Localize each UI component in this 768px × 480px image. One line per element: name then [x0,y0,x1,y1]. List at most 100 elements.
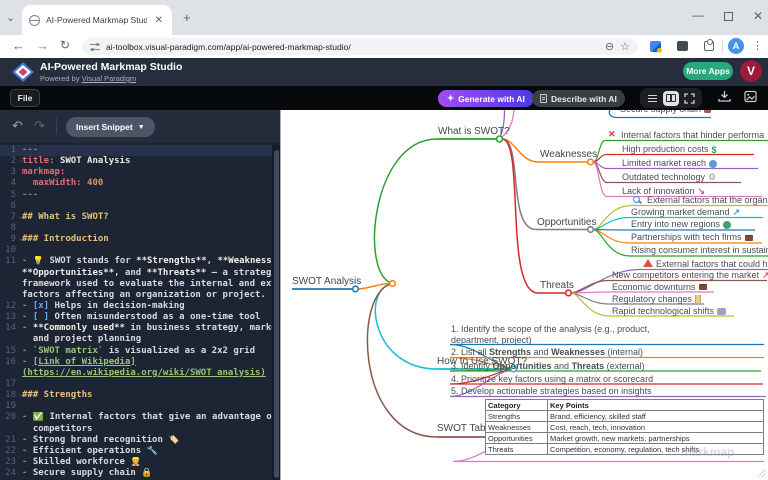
what-is-swot-label[interactable]: What is SWOT? [438,126,510,137]
root-node-circle[interactable] [353,286,359,292]
code-line-text[interactable] [22,245,272,256]
bookmark-star-icon[interactable]: ☆ [620,40,630,53]
code-line-text[interactable]: - Secure supply chain 🔒 [22,468,272,479]
code-row[interactable]: 23- Skilled workforce 👷 [0,457,272,468]
code-line-text[interactable]: - `SWOT matrix` is visualized as a 2x2 g… [22,346,272,357]
code-line-text[interactable]: ### Strengths [22,390,272,401]
fullscreen-view-button[interactable] [682,91,698,106]
new-tab-button[interactable]: + [183,10,191,25]
code-line-text[interactable]: - [Link of Wikipedia] [22,357,272,368]
back-button[interactable]: ← [12,39,25,52]
tab-search-chevron-icon[interactable]: ⌄ [6,11,15,24]
code-line-text[interactable]: framework used to evaluate the internal … [22,279,272,290]
vp-badge[interactable]: V [740,60,762,82]
code-row[interactable]: 11- 💡 SWOT stands for **Strengths**, **W… [0,256,272,267]
generate-with-ai-button[interactable]: ✦ Generate with AI [438,90,534,107]
chat-extension-icon[interactable] [677,41,688,51]
zoom-indicator-icon[interactable]: ⊖ [605,40,614,53]
code-line-text[interactable]: and project planning [22,334,272,345]
code-line-text[interactable]: ### Introduction [22,234,272,245]
window-minimize-button[interactable]: — [692,8,704,22]
code-row[interactable]: **Opportunities**, and **Threats** — a s… [0,268,272,279]
code-row[interactable]: (https://en.wikipedia.org/wiki/SWOT_anal… [0,368,272,379]
code-row[interactable]: 18⌄### Strengths [0,390,272,401]
resize-handle[interactable] [757,469,766,478]
weaknesses-label[interactable]: Weaknesses [540,149,597,160]
insert-snippet-button[interactable]: Insert Snippet ▼ [66,117,155,137]
window-close-button[interactable]: ✕ [753,9,763,23]
code-row[interactable]: 6 [0,201,272,212]
describe-with-ai-button[interactable]: Describe with AI [532,90,625,107]
code-row[interactable]: 7⌄## What is SWOT? [0,212,272,223]
profile-avatar[interactable]: A [728,38,744,54]
window-maximize-button[interactable] [724,12,733,21]
undo-button[interactable]: ↶ [12,118,23,134]
code-line-text[interactable]: - ✅ Internal factors that give an advant… [22,412,272,423]
code-row[interactable]: 21- Strong brand recognition 🏷️ [0,435,272,446]
code-row[interactable]: 9⌄### Introduction [0,234,272,245]
code-row[interactable]: 14- **Commonly used** in business strate… [0,323,272,334]
code-row[interactable]: 4 maxWidth: 400 [0,178,272,189]
code-row[interactable]: 24- Secure supply chain 🔒 [0,468,272,479]
code-row[interactable]: and project planning [0,334,272,345]
opportunities-label[interactable]: Opportunities [537,217,596,228]
forward-button[interactable]: → [36,39,49,52]
code-line-text[interactable]: - **Commonly used** in business strategy… [22,323,272,334]
code-line-text[interactable]: --- [22,145,272,156]
code-line-text[interactable]: (https://en.wikipedia.org/wiki/SWOT_anal… [22,368,272,379]
code-row[interactable]: 19 [0,401,272,412]
browser-tab[interactable]: AI-Powered Markmap Studio ✕ [22,5,172,35]
code-row[interactable]: 16- [Link of Wikipedia] [0,357,272,368]
file-menu-button[interactable]: File [10,89,40,107]
code-row[interactable]: factors affecting an organization or pro… [0,290,272,301]
code-line-text[interactable]: maxWidth: 400 [22,178,272,189]
code-line-text[interactable]: --- [22,190,272,201]
code-row[interactable]: 22- Efficient operations 🔧 [0,446,272,457]
code-row[interactable]: 3markmap: [0,167,272,178]
editor-scrollbar-thumb[interactable] [274,150,279,478]
split-view-button[interactable] [663,91,679,106]
url-bar[interactable]: ai-toolbox.visual-paradigm.com/app/ai-po… [82,38,638,55]
code-row[interactable]: 1--- [0,145,272,156]
fold-chevron-icon[interactable]: ⌄ [19,233,23,244]
code-row[interactable]: 2⌄title: SWOT Analysis [0,156,272,167]
code-line-text[interactable] [22,401,272,412]
mindmap-canvas[interactable]: SWOT Analysis What is SWOT? Weaknesses O… [280,110,768,480]
extensions-puzzle-icon[interactable] [704,41,714,51]
more-apps-button[interactable]: More Apps [683,62,733,80]
code-row[interactable]: 5--- [0,190,272,201]
code-line-text[interactable]: - 💡 SWOT stands for **Strengths**, **Wea… [22,256,272,267]
code-line-text[interactable]: - Skilled workforce 👷 [22,457,272,468]
code-row[interactable]: 15- `SWOT matrix` is visualized as a 2x2… [0,346,272,357]
code-row[interactable]: 12- [x] Helps in decision-making [0,301,272,312]
code-line-text[interactable]: title: SWOT Analysis [22,156,272,167]
code-line-text[interactable]: - [x] Helps in decision-making [22,301,272,312]
code-line-text[interactable] [22,201,272,212]
fold-chevron-icon[interactable]: ⌄ [19,155,23,166]
code-row[interactable]: 20- ✅ Internal factors that give an adva… [0,412,272,423]
site-settings-icon[interactable] [90,43,100,51]
editor-only-view-button[interactable] [644,91,660,106]
fold-chevron-icon[interactable]: ⌄ [19,389,23,400]
code-row[interactable]: 10 [0,245,272,256]
junction-node-circle[interactable] [390,281,396,287]
visual-paradigm-link[interactable]: Visual Paradigm [82,74,136,83]
code-line-text[interactable]: competitors [22,424,272,435]
redo-button[interactable]: ↷ [34,118,45,134]
fold-chevron-icon[interactable]: ⌄ [19,211,23,222]
code-line-text[interactable]: - Efficient operations 🔧 [22,446,272,457]
browser-menu-icon[interactable]: ⋮ [752,39,763,52]
reload-button[interactable]: ↻ [60,39,70,51]
download-button[interactable] [718,90,731,103]
code-line-text[interactable]: - Strong brand recognition 🏷️ [22,435,272,446]
root-node-label[interactable]: SWOT Analysis [292,276,361,287]
code-editor-content[interactable]: 1---2⌄title: SWOT Analysis3markmap:4 max… [0,145,272,480]
code-row[interactable]: competitors [0,424,272,435]
code-line-text[interactable]: ## What is SWOT? [22,212,272,223]
url-text[interactable]: ai-toolbox.visual-paradigm.com/app/ai-po… [106,42,599,52]
code-row[interactable]: framework used to evaluate the internal … [0,279,272,290]
code-line-text[interactable]: - [ ] Often misunderstood as a one-time … [22,312,272,323]
weaknesses-circle[interactable] [588,159,594,165]
code-line-text[interactable]: **Opportunities**, and **Threats** — a s… [22,268,272,279]
tab-close-icon[interactable]: ✕ [153,15,165,26]
